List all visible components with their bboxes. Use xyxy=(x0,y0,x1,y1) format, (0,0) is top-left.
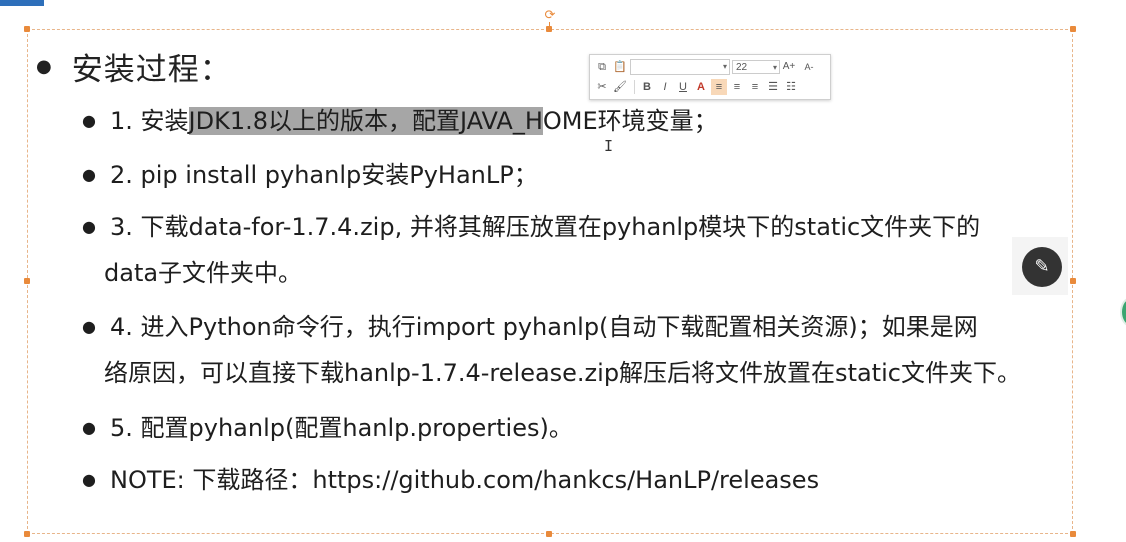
bold-button[interactable]: B xyxy=(639,79,655,95)
bullet-icon: ● xyxy=(82,470,96,489)
align-center-icon[interactable]: ≡ xyxy=(729,79,745,95)
text-cursor-icon: I xyxy=(604,137,614,155)
line-spacing-icon[interactable]: ☰ xyxy=(765,79,781,95)
resize-handle-bottom-left[interactable] xyxy=(24,531,30,537)
toolbar-divider xyxy=(634,80,635,94)
resize-handle-bottom[interactable] xyxy=(546,531,552,537)
resize-handle-top[interactable] xyxy=(546,26,552,32)
format-painter-icon[interactable]: 🖌 xyxy=(612,79,628,95)
font-size-value: 22 xyxy=(736,62,748,73)
bullet-icon: ● xyxy=(82,111,96,130)
chevron-down-icon: ▾ xyxy=(772,63,777,72)
resize-handle-top-left[interactable] xyxy=(24,26,30,32)
resize-handle-right[interactable] xyxy=(1070,278,1076,284)
side-app-icon[interactable] xyxy=(1120,297,1126,327)
indent-icon[interactable]: ☷ xyxy=(783,79,799,95)
resize-handle-bottom-right[interactable] xyxy=(1070,531,1076,537)
chevron-down-icon: ▾ xyxy=(722,62,727,71)
font-name-select[interactable]: ▾ xyxy=(630,59,730,75)
resize-handle-left[interactable] xyxy=(24,278,30,284)
shrink-font-button[interactable]: A- xyxy=(800,59,818,75)
bullet-icon: ● xyxy=(82,317,96,336)
selected-text[interactable]: JDK1.8以上的版本，配置JAVA_H xyxy=(188,107,543,135)
bullet-icon: ● xyxy=(82,418,96,437)
list-item-text: 5. 配置pyhanlp(配置hanlp.properties)。 xyxy=(110,414,573,442)
list-item-text: NOTE: 下载路径：https://github.com/hankcs/Han… xyxy=(110,466,820,494)
cut-icon[interactable]: ✂ xyxy=(594,79,610,95)
list-item-continuation: 络原因，可以直接下载hanlp-1.7.4-release.zip解压后将文件放… xyxy=(104,359,1021,387)
bullet-icon: ● xyxy=(36,55,52,77)
align-left-icon[interactable]: ≡ xyxy=(711,79,727,95)
italic-button[interactable]: I xyxy=(657,79,673,95)
list-item-text: 4. 进入Python命令行，执行import pyhanlp(自动下载配置相关… xyxy=(110,313,978,341)
paste-icon[interactable]: 📋 xyxy=(612,59,628,75)
font-color-button[interactable]: A xyxy=(693,79,709,95)
bullet-icon: ● xyxy=(82,217,96,236)
list-item-text: 2. pip install pyhanlp安装PyHanLP； xyxy=(110,161,538,189)
heading-text: 安装过程： xyxy=(71,51,232,88)
text-after-selection: OME环境变量； xyxy=(542,107,718,135)
resize-handle-top-right[interactable] xyxy=(1070,26,1076,32)
align-right-icon[interactable]: ≡ xyxy=(747,79,763,95)
slide-heading[interactable]: ● 安装过程： xyxy=(36,46,232,88)
list-item-continuation: data子文件夹中。 xyxy=(104,259,303,287)
corner-tab xyxy=(0,0,44,6)
text-before-selection: 1. 安装 xyxy=(110,107,189,135)
list-item-text: 3. 下载data-for-1.7.4.zip, 并将其解压放置在pyhanlp… xyxy=(110,213,981,241)
rotate-icon[interactable]: ⟳ xyxy=(543,9,557,23)
mini-format-toolbar: ⧉ 📋 ▾ 22 ▾ A+ A- ✂ 🖌 B I U A ≡ ≡ ≡ ☰ ☷ xyxy=(589,54,831,100)
list-item-text: 1. 安装JDK1.8以上的版本，配置JAVA_HOME环境变量； xyxy=(110,98,718,144)
underline-button[interactable]: U xyxy=(675,79,691,95)
font-size-select[interactable]: 22 ▾ xyxy=(732,60,780,74)
copy-icon[interactable]: ⧉ xyxy=(594,59,610,75)
grow-font-button[interactable]: A+ xyxy=(780,59,798,75)
bullet-icon: ● xyxy=(82,165,96,184)
pen-icon[interactable]: ✎ xyxy=(1022,247,1062,287)
